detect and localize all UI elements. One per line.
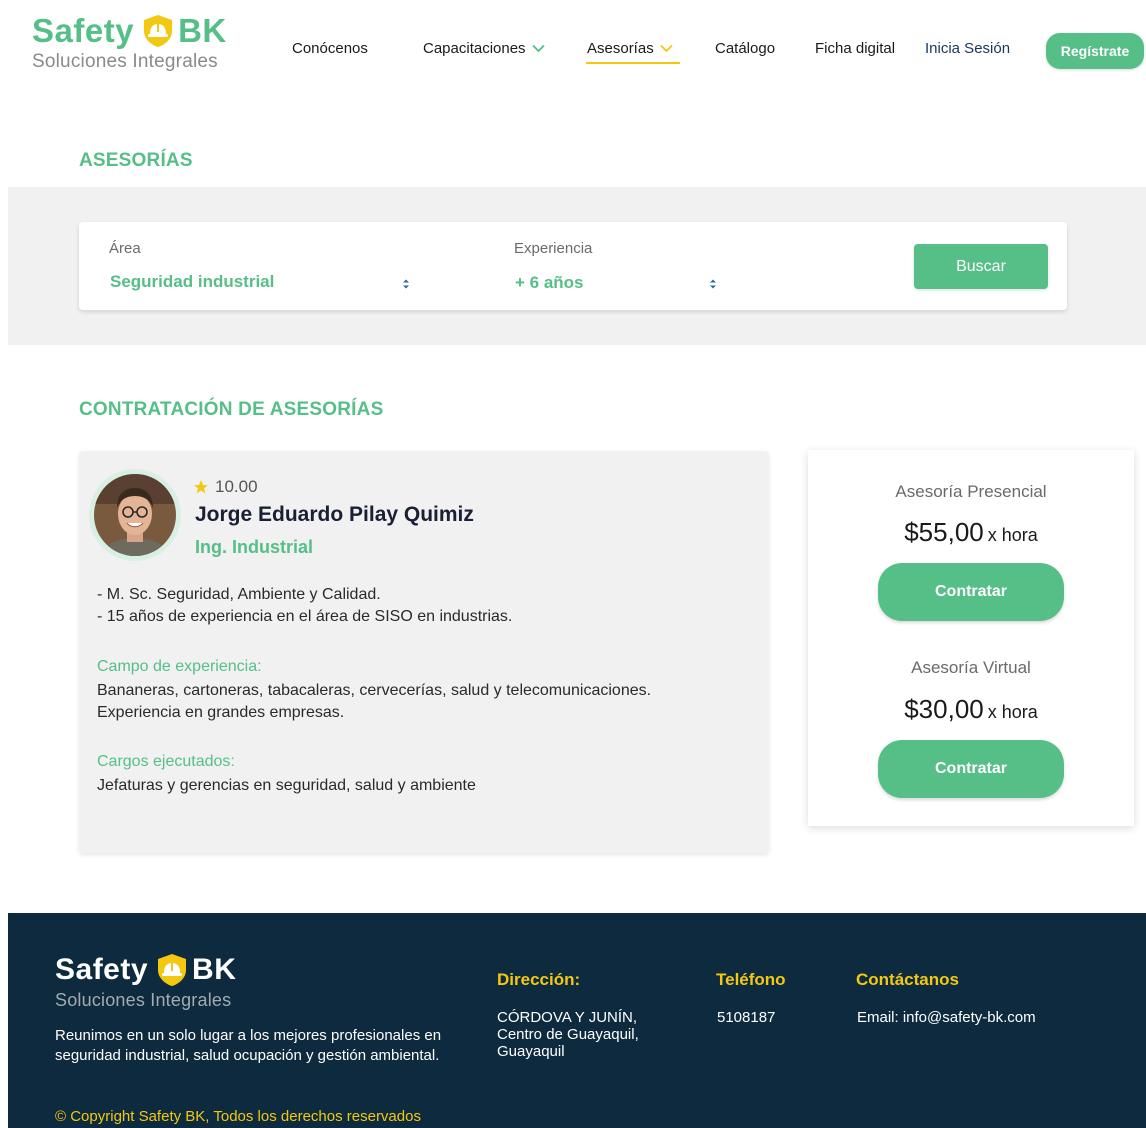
footer-description: Reunimos en un solo lugar a los mejores … — [55, 1027, 442, 1064]
price-amount: $55,00 — [904, 517, 984, 547]
login-link[interactable]: Inicia Sesión — [925, 40, 1010, 57]
address-line: CÓRDOVA Y JUNÍN, — [497, 1009, 638, 1026]
hire-presencial-button[interactable]: Contratar — [878, 563, 1064, 621]
select-arrows-icon — [403, 279, 409, 289]
positions-text: Jefaturas y gerencias en seguridad, salu… — [97, 777, 476, 794]
person-photo-icon — [94, 474, 176, 556]
rating: 10.00 — [193, 477, 258, 497]
field-of-experience-label: Campo de experiencia: — [97, 658, 262, 675]
page-title: ASESORÍAS — [79, 150, 193, 171]
register-button[interactable]: Regístrate — [1046, 33, 1144, 69]
star-icon — [194, 480, 208, 494]
address-line: Guayaquil — [497, 1043, 565, 1060]
field-line: Bananeras, cartoneras, tabacaleras, cerv… — [97, 682, 652, 699]
field-line: Experiencia en grandes empresas. — [97, 704, 345, 721]
address-line: Centro de Guayaquil, — [497, 1026, 639, 1043]
nav-label: Asesorías — [587, 40, 654, 57]
avatar — [94, 474, 176, 556]
advisor-name: Jorge Eduardo Pilay Quimiz — [195, 503, 474, 526]
bio-line: - 15 años de experiencia en el área de S… — [97, 608, 513, 625]
active-nav-underline — [586, 62, 680, 64]
phone-number[interactable]: 5108187 — [717, 1009, 775, 1026]
logo-tagline: Soluciones Integrales — [55, 990, 232, 1010]
chevron-down-icon — [531, 44, 545, 53]
rating-value: 10.00 — [215, 477, 258, 496]
advisor-bio: - M. Sc. Seguridad, Ambiente y Calidad. … — [97, 584, 512, 628]
section-title-hiring: CONTRATACIÓN DE ASESORÍAS — [79, 399, 384, 420]
nav-item-ficha-digital[interactable]: Ficha digital — [815, 40, 895, 57]
nav-label: Capacitaciones — [423, 40, 526, 57]
positions-label: Cargos ejecutados: — [97, 753, 235, 770]
nav-label: Catálogo — [715, 40, 776, 57]
shield-helmet-icon — [158, 954, 187, 986]
price-presencial: $55,00 x hora — [808, 517, 1134, 548]
advisor-title: Ing. Industrial — [195, 537, 314, 557]
nav-item-conocenos[interactable]: Conócenos — [292, 40, 368, 57]
area-label: Área — [109, 240, 141, 257]
price-unit: x hora — [987, 702, 1038, 722]
address-heading: Dirección: — [497, 970, 581, 989]
contact-email[interactable]: Email: info@safety-bk.com — [857, 1009, 1036, 1026]
phone-heading: Teléfono — [716, 970, 786, 989]
nav-item-capacitaciones[interactable]: Capacitaciones — [423, 40, 545, 57]
address-text: CÓRDOVA Y JUNÍN, Centro de Guayaquil, Gu… — [497, 1009, 639, 1060]
price-amount: $30,00 — [904, 694, 984, 724]
chevron-down-icon — [660, 44, 673, 53]
hire-virtual-button[interactable]: Contratar — [878, 740, 1064, 798]
footer-logo[interactable]: Safety BK Soluciones Integrales — [55, 951, 275, 1011]
price-label-virtual: Asesoría Virtual — [911, 658, 1031, 677]
logo-word-right: BK — [192, 953, 237, 986]
main-nav: Conócenos Capacitaciones Asesorías Catál… — [0, 40, 1146, 64]
logo-word-left: Safety — [55, 953, 149, 986]
price-label-presencial: Asesoría Presencial — [895, 482, 1047, 501]
area-select-value: Seguridad industrial — [110, 272, 275, 291]
field-of-experience: Bananeras, cartoneras, tabacaleras, cerv… — [97, 680, 651, 724]
contact-heading: Contáctanos — [856, 970, 959, 989]
nav-item-catalogo[interactable]: Catálogo — [715, 40, 775, 57]
bio-line: - M. Sc. Seguridad, Ambiente y Calidad. — [97, 586, 381, 603]
select-arrows-icon — [710, 279, 716, 289]
site-header: Safety BK Soluciones Integrales Conóceno… — [0, 0, 1146, 100]
experience-label: Experiencia — [514, 240, 593, 257]
price-unit: x hora — [987, 525, 1038, 545]
search-button[interactable]: Buscar — [914, 244, 1048, 289]
login-label: Inicia Sesión — [925, 40, 1011, 57]
nav-label: Conócenos — [292, 40, 368, 57]
experience-select-value: + 6 años — [515, 273, 584, 292]
nav-item-asesorias[interactable]: Asesorías — [587, 40, 673, 57]
copyright: © Copyright Safety BK, Todos los derecho… — [55, 1108, 421, 1125]
nav-label: Ficha digital — [815, 40, 896, 57]
price-virtual: $30,00 x hora — [808, 694, 1134, 725]
